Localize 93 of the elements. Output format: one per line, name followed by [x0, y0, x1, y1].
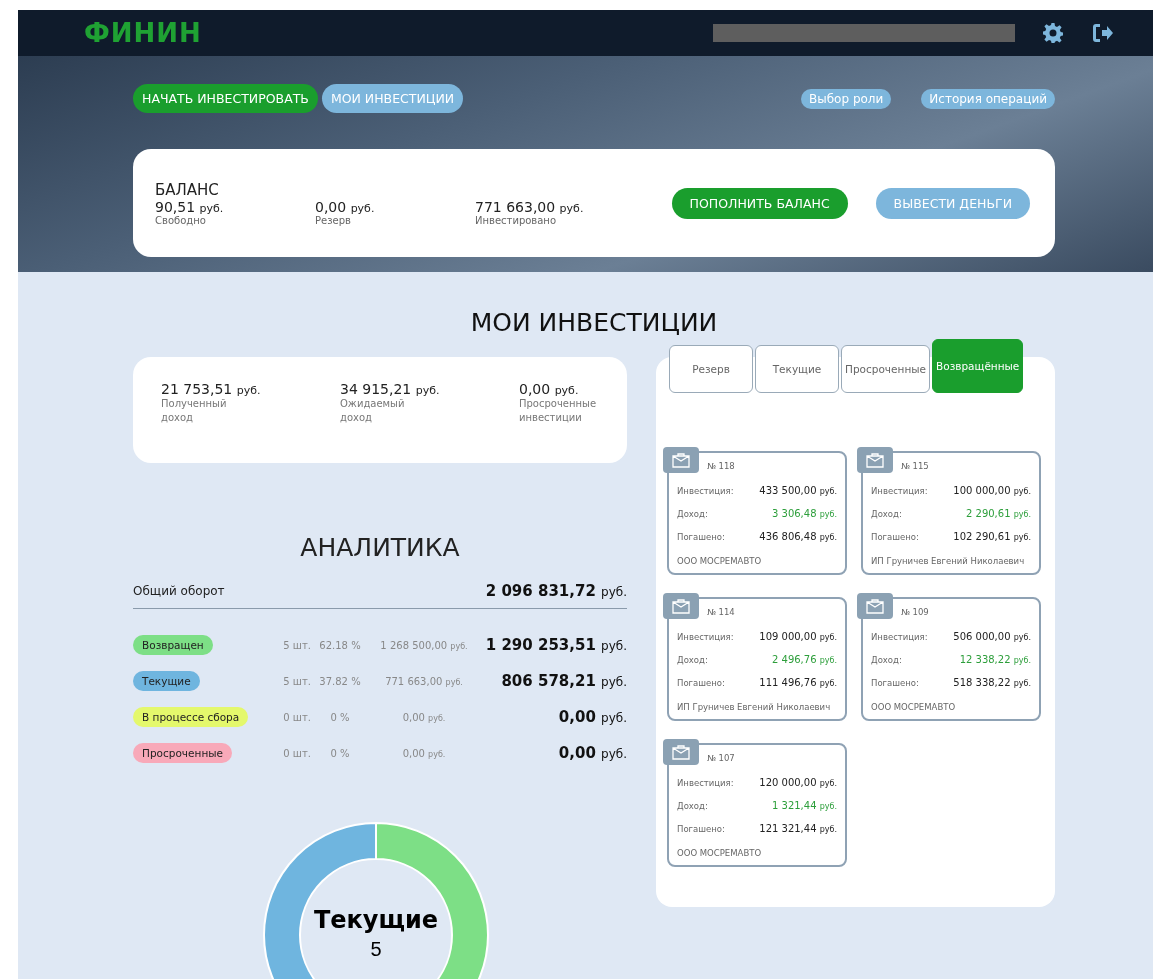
investment-number: № 114: [707, 607, 736, 617]
field-label: Доход:: [677, 654, 708, 665]
tab[interactable]: Резерв: [669, 345, 753, 393]
field-label: Инвестиция:: [677, 485, 734, 496]
caption-text: Полученный доход: [161, 397, 228, 425]
amount-text: 120 000,00 руб.: [759, 777, 837, 788]
amount-text: 100 000,00 руб.: [953, 485, 1031, 496]
amount-text: 2 096 831,72 руб.: [485, 582, 627, 600]
field-label: Доход:: [677, 800, 708, 811]
amount-text: 0,00 руб.: [558, 708, 627, 726]
field-label: Погашено:: [677, 677, 725, 688]
action-button[interactable]: ПОПОЛНИТЬ БАЛАНС: [671, 187, 848, 219]
amount-text: 1 290 253,51 руб.: [485, 636, 627, 654]
tab[interactable]: Просроченные: [841, 345, 930, 393]
field-label: Доход:: [677, 508, 708, 519]
field-label: Инвестиция:: [677, 777, 734, 788]
amount-text: 0,00 руб.: [315, 198, 376, 215]
count-text: 5 шт.: [282, 675, 311, 687]
amount-text: 102 290,61 руб.: [953, 531, 1031, 542]
settings-icon[interactable]: [1043, 23, 1063, 43]
investment-number: № 115: [901, 461, 930, 471]
total-label: Общий оборот: [133, 584, 225, 598]
status-badge: Текущие: [133, 671, 200, 691]
amount-text: 806 578,21 руб.: [501, 672, 627, 690]
borrower-name: ООО МОСРЕМАВТО: [677, 556, 763, 566]
field-label: Инвестиция:: [871, 485, 928, 496]
amount-text: 90,51 руб.: [155, 198, 225, 215]
field-label: Инвестиция:: [871, 631, 928, 642]
amount-text: 771 663,00 руб.: [475, 198, 585, 215]
amount-text: 1 321,44 руб.: [772, 800, 837, 811]
briefcase-icon: [672, 744, 690, 760]
borrower-name: ООО МОСРЕМАВТО: [871, 702, 957, 712]
count-text: 0 шт.: [282, 747, 311, 759]
amount-text: 1 268 500,00 руб.: [379, 639, 469, 651]
chart-center-label: Текущие: [313, 906, 439, 934]
field-label: Доход:: [871, 654, 902, 665]
borrower-name: ИП Груничев Евгений Николаевич: [871, 556, 1026, 566]
briefcase-icon: [672, 452, 690, 468]
balance-title: БАЛАНС: [155, 180, 220, 199]
amount-text: 2 290,61 руб.: [966, 508, 1031, 519]
caption-text: Свободно: [155, 214, 207, 226]
count-text: 5 шт.: [282, 639, 311, 651]
amount-text: 12 338,22 руб.: [959, 654, 1031, 665]
tab[interactable]: Возвращённые: [932, 339, 1024, 393]
caption-text: Резерв: [315, 214, 352, 226]
amount-text: 34 915,21 руб.: [340, 381, 441, 397]
percent-text: 0 %: [329, 747, 351, 759]
amount-text: 518 338,22 руб.: [953, 677, 1031, 688]
amount-text: 111 496,76 руб.: [759, 677, 837, 688]
amount-text: 121 321,44 руб.: [759, 823, 837, 834]
percent-text: 62.18 %: [318, 639, 362, 651]
amount-text: 0,00 руб.: [401, 747, 447, 759]
amount-text: 436 806,48 руб.: [759, 531, 837, 542]
amount-text: 21 753,51 руб.: [161, 381, 262, 397]
tab[interactable]: Текущие: [755, 345, 839, 393]
count-text: 0 шт.: [282, 711, 311, 723]
status-badge: Возвращен: [133, 635, 213, 655]
briefcase-icon: [866, 452, 884, 468]
field-label: Погашено:: [871, 677, 919, 688]
amount-text: 506 000,00 руб.: [953, 631, 1031, 642]
amount-text: 3 306,48 руб.: [772, 508, 837, 519]
field-label: Доход:: [871, 508, 902, 519]
caption-text: Инвестировано: [475, 214, 558, 226]
borrower-name: ИП Груничев Евгений Николаевич: [677, 702, 832, 712]
percent-text: 0 %: [329, 711, 351, 723]
percent-text: 37.82 %: [318, 675, 362, 687]
logo: ФИНИН: [84, 18, 202, 48]
amount-text: 2 496,76 руб.: [772, 654, 837, 665]
caption-text: Ожидаемый доход: [340, 397, 406, 425]
investment-number: № 118: [707, 461, 736, 471]
briefcase-icon: [672, 598, 690, 614]
status-badge: В процессе сбора: [133, 707, 249, 727]
status-badge: Просроченные: [133, 743, 232, 763]
borrower-name: ООО МОСРЕМАВТО: [677, 848, 763, 858]
investment-number: № 109: [901, 607, 930, 617]
field-label: Погашено:: [677, 823, 725, 834]
caption-text: Просроченные инвестиции: [519, 397, 598, 425]
page-title: МОИ ИНВЕСТИЦИИ: [469, 308, 719, 337]
section-title: АНАЛИТИКА: [299, 533, 461, 562]
field-label: Погашено:: [871, 531, 919, 542]
amount-text: 109 000,00 руб.: [759, 631, 837, 642]
investment-number: № 107: [707, 753, 736, 763]
amount-text: 0,00 руб.: [558, 744, 627, 762]
briefcase-icon: [866, 598, 884, 614]
field-label: Погашено:: [677, 531, 725, 542]
nav-button[interactable]: НАЧАТЬ ИНВЕСТИРОВАТЬ: [133, 84, 318, 113]
chart-center-value: 5: [370, 938, 382, 960]
amount-text: 771 663,00 руб.: [384, 675, 464, 687]
amount-text: 0,00 руб.: [401, 711, 447, 723]
logout-icon[interactable]: [1093, 24, 1113, 42]
amount-text: 433 500,00 руб.: [759, 485, 837, 496]
amount-text: 0,00 руб.: [519, 381, 580, 397]
field-label: Инвестиция:: [677, 631, 734, 642]
